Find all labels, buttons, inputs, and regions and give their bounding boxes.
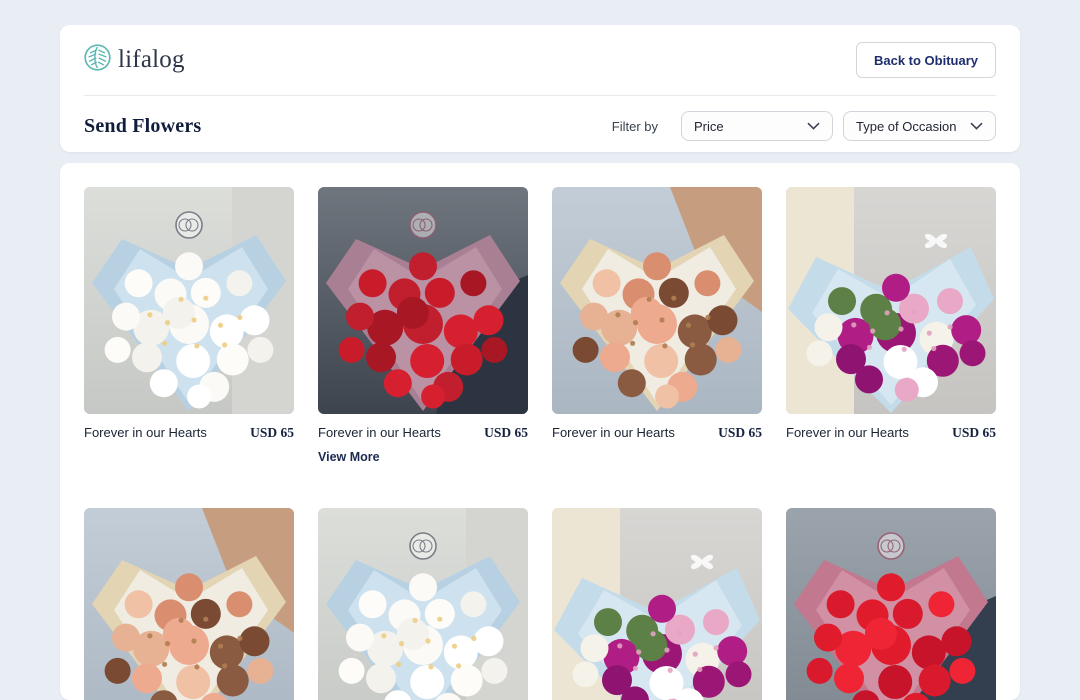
product-title: Forever in our Hearts <box>786 425 909 440</box>
product-photo[interactable] <box>318 187 528 414</box>
product-card: Forever in our Hearts USD 65 <box>786 187 996 466</box>
product-card: Forever in our Hearts USD 65 <box>786 508 996 700</box>
toolbar: Send Flowers Filter by Price Type of Occ… <box>84 111 996 141</box>
logo-text: lifalog <box>118 46 185 74</box>
product-card: Forever in our Hearts USD 65 <box>552 508 762 700</box>
product-grid: Forever in our Hearts USD 65 Forever in … <box>84 187 996 700</box>
product-photo[interactable] <box>786 508 996 700</box>
header-divider <box>84 95 996 96</box>
product-price: USD 65 <box>250 425 294 441</box>
page-title: Send Flowers <box>84 115 201 138</box>
product-title: Forever in our Hearts <box>318 425 441 440</box>
filter-by-label: Filter by <box>612 119 658 134</box>
chevron-down-icon <box>807 122 820 130</box>
price-filter-value: Price <box>694 119 724 134</box>
product-card: Forever in our Hearts USD 65 <box>84 187 294 466</box>
product-meta: Forever in our Hearts USD 65 <box>552 425 762 441</box>
back-to-obituary-button[interactable]: Back to Obituary <box>856 42 996 78</box>
product-photo[interactable] <box>84 187 294 414</box>
product-meta: Forever in our Hearts USD 65 <box>786 425 996 441</box>
product-price: USD 65 <box>484 425 528 441</box>
price-filter-dropdown[interactable]: Price <box>681 111 833 141</box>
product-title: Forever in our Hearts <box>552 425 675 440</box>
product-card: Forever in our Hearts USD 65 <box>84 508 294 700</box>
product-price: USD 65 <box>952 425 996 441</box>
product-price: USD 65 <box>718 425 762 441</box>
product-photo[interactable] <box>552 187 762 414</box>
product-title: Forever in our Hearts <box>84 425 207 440</box>
occasion-filter-value: Type of Occasion <box>856 119 956 134</box>
view-more-link[interactable]: View More <box>318 450 380 464</box>
products-panel: Forever in our Hearts USD 65 Forever in … <box>60 163 1020 700</box>
logo[interactable]: lifalog <box>84 44 185 76</box>
logo-row: lifalog Back to Obituary <box>84 25 996 95</box>
product-photo[interactable] <box>84 508 294 700</box>
occasion-filter-dropdown[interactable]: Type of Occasion <box>843 111 996 141</box>
product-card: Forever in our Hearts USD 65 View More <box>318 187 528 466</box>
product-meta: Forever in our Hearts USD 65 <box>84 425 294 441</box>
product-card: Forever in our Hearts USD 65 <box>318 508 528 700</box>
product-photo[interactable] <box>552 508 762 700</box>
chevron-down-icon <box>970 122 983 130</box>
product-photo[interactable] <box>318 508 528 700</box>
leaf-logo-icon <box>84 44 111 76</box>
product-photo[interactable] <box>786 187 996 414</box>
product-meta: Forever in our Hearts USD 65 <box>318 425 528 441</box>
product-card: Forever in our Hearts USD 65 <box>552 187 762 466</box>
header-panel: lifalog Back to Obituary Send Flowers Fi… <box>60 25 1020 152</box>
